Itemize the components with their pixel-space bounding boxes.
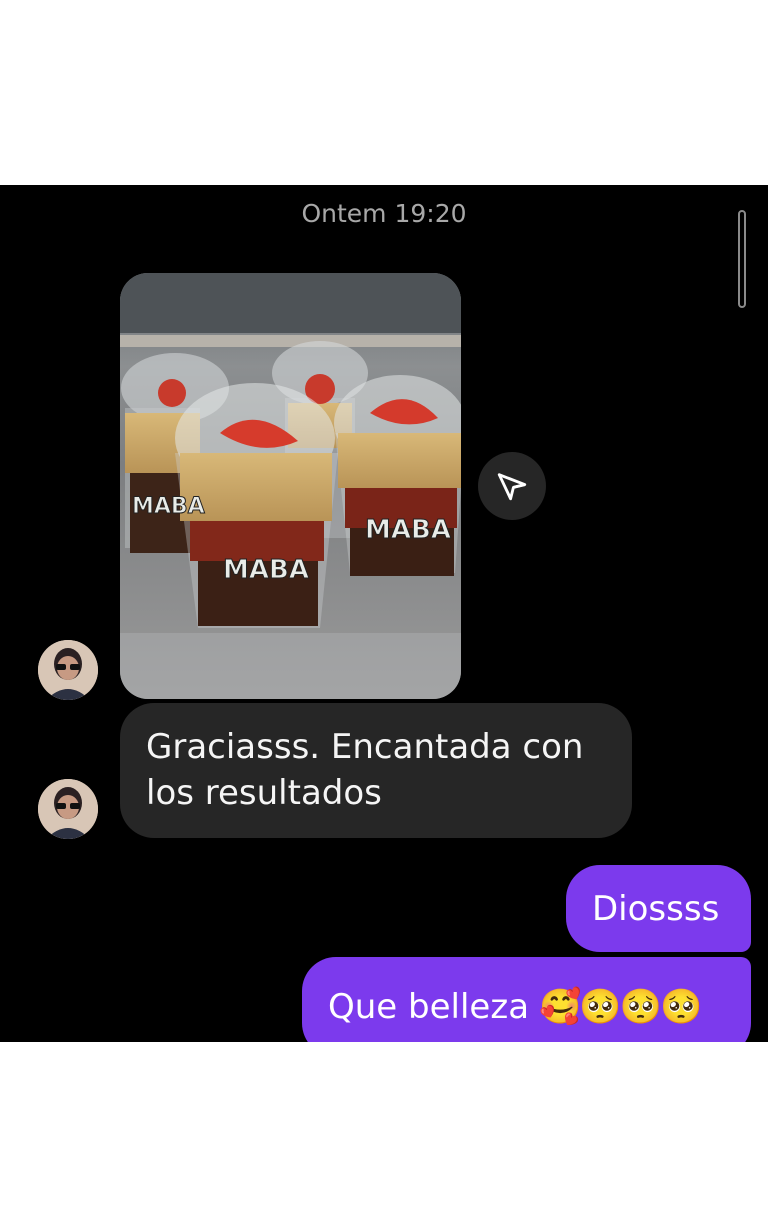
outgoing-message-bubble[interactable]: Diossss xyxy=(566,865,751,952)
cup-label-right: MABA xyxy=(365,515,451,545)
scrollbar[interactable] xyxy=(738,210,746,308)
share-button[interactable] xyxy=(478,452,546,520)
cup-label-left: MABA xyxy=(132,494,205,519)
incoming-message-bubble[interactable]: Graciasss. Encantada con los resultados xyxy=(120,703,632,838)
cup-label-center: MABA xyxy=(223,555,309,585)
dessert-cup-right: MABA xyxy=(334,375,461,576)
outgoing-message-text: Que belleza xyxy=(328,987,530,1027)
shared-photo[interactable]: MABA MABA MABA xyxy=(120,273,461,699)
emoji-reactions: 🥰🥺🥺🥺 xyxy=(539,987,702,1027)
share-icon xyxy=(497,473,527,501)
outgoing-message-bubble[interactable]: Que belleza 🥰🥺🥺🥺 xyxy=(302,957,751,1042)
incoming-message-text: Graciasss. Encantada con los resultados xyxy=(146,727,584,813)
avatar[interactable] xyxy=(38,640,98,700)
message-timestamp: Ontem 19:20 xyxy=(301,199,467,228)
avatar[interactable] xyxy=(38,779,98,839)
outgoing-message-text: Diossss xyxy=(592,888,720,929)
chat-thread: Ontem 19:20 MABA MABA MABA Graciasss. En… xyxy=(0,185,768,1042)
